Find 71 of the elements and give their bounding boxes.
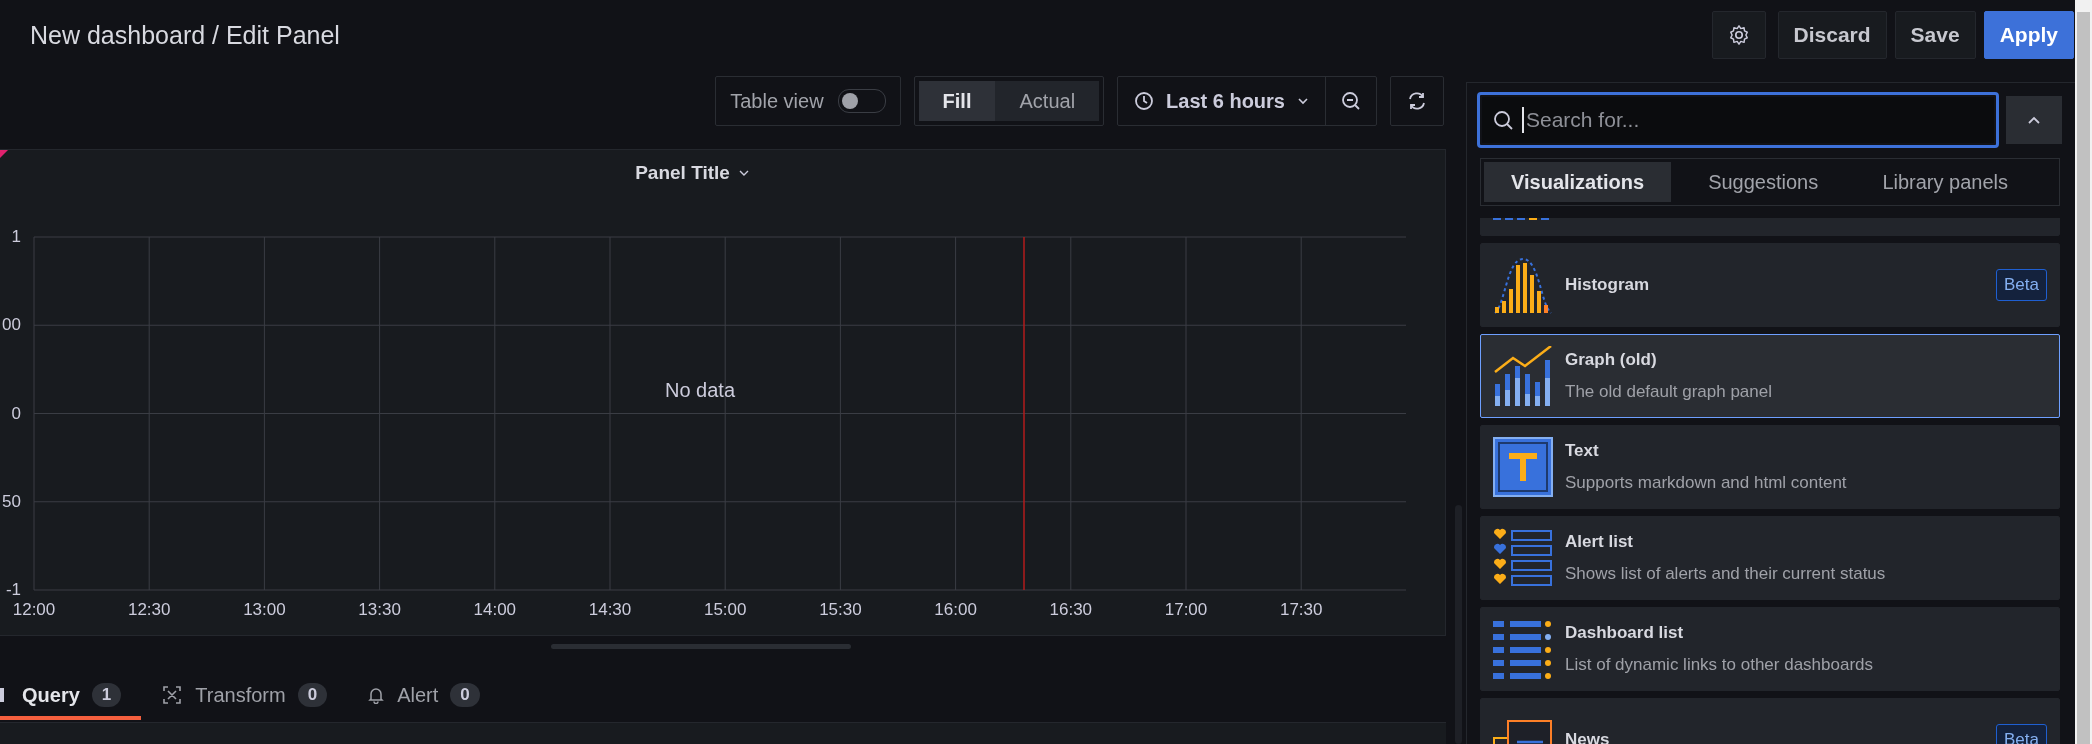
transform-icon — [161, 684, 184, 706]
table-view-toggle[interactable]: Table view — [715, 76, 901, 126]
visualization-card[interactable]: Alert list Shows list of alerts and their current status — [1480, 516, 2060, 600]
dashboard-list-icon — [1493, 619, 1553, 679]
axis-label: 12:30 — [127, 600, 171, 619]
text-cursor — [1522, 107, 1524, 133]
axis-label: 14:30 — [588, 600, 632, 619]
corner-marker — [0, 150, 8, 158]
axis-label: 0 — [11, 403, 21, 423]
refresh-icon — [1406, 90, 1428, 112]
axis-label: 16:30 — [1049, 600, 1093, 619]
visualization-name: Dashboard list — [1565, 623, 1685, 643]
alert-list-icon — [1493, 528, 1553, 588]
graph-icon — [1493, 346, 1553, 406]
axis-label: -1 — [5, 580, 21, 599]
visualization-card[interactable]: Graph (old) The old default graph panel — [1480, 334, 2060, 418]
search-field[interactable]: Search for... — [1477, 92, 1999, 148]
apply-button[interactable]: Apply — [1983, 11, 2074, 59]
visualization-description: Shows list of alerts and their current status — [1565, 564, 1887, 584]
axis-label: 13:30 — [358, 600, 401, 619]
count-badge: 0 — [297, 683, 328, 707]
resize-handle[interactable] — [551, 644, 851, 649]
axis-label: 13:00 — [243, 600, 286, 619]
axis-label: 50 — [2, 491, 21, 511]
no-data-message: No data — [664, 379, 736, 401]
panel-title[interactable]: Panel Title — [635, 161, 730, 184]
picker-tab[interactable]: Visualizations — [1484, 162, 1671, 202]
collapse-button[interactable] — [2006, 96, 2062, 144]
visualization-description: Supports markdown and html content — [1565, 473, 1848, 493]
editor-tab[interactable]: Alert 0 — [367, 674, 500, 720]
visualization-description: The old default graph panel — [1565, 382, 1773, 402]
visualization-name: Alert list — [1565, 532, 1635, 552]
axis-label: 17:00 — [1164, 600, 1208, 619]
refresh-button[interactable] — [1390, 76, 1444, 126]
fill-mode-option[interactable]: Fill — [918, 81, 996, 121]
fill-mode-option[interactable]: Actual — [995, 81, 1100, 121]
settings-button[interactable] — [1711, 11, 1766, 59]
text-panel-icon — [1493, 437, 1553, 497]
count-badge: 0 — [450, 683, 480, 707]
editor-tab[interactable]: Transform 0 — [161, 674, 348, 720]
clock-icon — [1134, 91, 1155, 111]
axis-label: 12:00 — [12, 600, 56, 619]
visualization-card[interactable]: Histogram Beta — [1480, 243, 2060, 327]
scrollbar[interactable] — [2075, 0, 2092, 744]
settings-icon — [1727, 23, 1750, 47]
caret-icon — [1297, 95, 1309, 107]
axis-label: 17:30 — [1279, 600, 1323, 619]
visualization-name: Histogram — [1565, 275, 1651, 295]
visualization-name: Text — [1565, 441, 1600, 461]
beta-badge: Beta — [1996, 269, 2047, 301]
page-title: New dashboard / Edit Panel — [30, 20, 340, 50]
axis-label: 14:00 — [473, 600, 517, 619]
axis-label: 15:30 — [819, 600, 862, 619]
toolbar-button[interactable]: Discard — [1777, 11, 1887, 59]
search-icon — [1492, 109, 1514, 131]
picker-tab[interactable]: Suggestions — [1681, 162, 1846, 202]
toolbar-button[interactable]: Save — [1894, 11, 1976, 59]
visualization-card[interactable]: Text Supports markdown and html content — [1480, 425, 2060, 509]
chevron-up-icon — [2027, 115, 2041, 125]
axis-label: 00 — [2, 315, 21, 335]
count-badge: 1 — [91, 683, 122, 707]
picker-tab[interactable]: Library panels — [1855, 162, 2035, 202]
visualization-card[interactable]: Dashboard list List of dynamic links to other dashboards — [1480, 607, 2060, 691]
bell-icon — [367, 686, 386, 704]
zoom-out-icon — [1340, 90, 1362, 112]
histogram-icon — [1493, 255, 1553, 315]
visualization-description: List of dynamic links to other dashboards — [1565, 655, 1875, 675]
visualization-name: Graph (old) — [1565, 350, 1658, 370]
axis-label: 1 — [11, 227, 21, 246]
axis-label: 16:00 — [934, 600, 977, 619]
axis-label: 15:00 — [703, 600, 747, 619]
